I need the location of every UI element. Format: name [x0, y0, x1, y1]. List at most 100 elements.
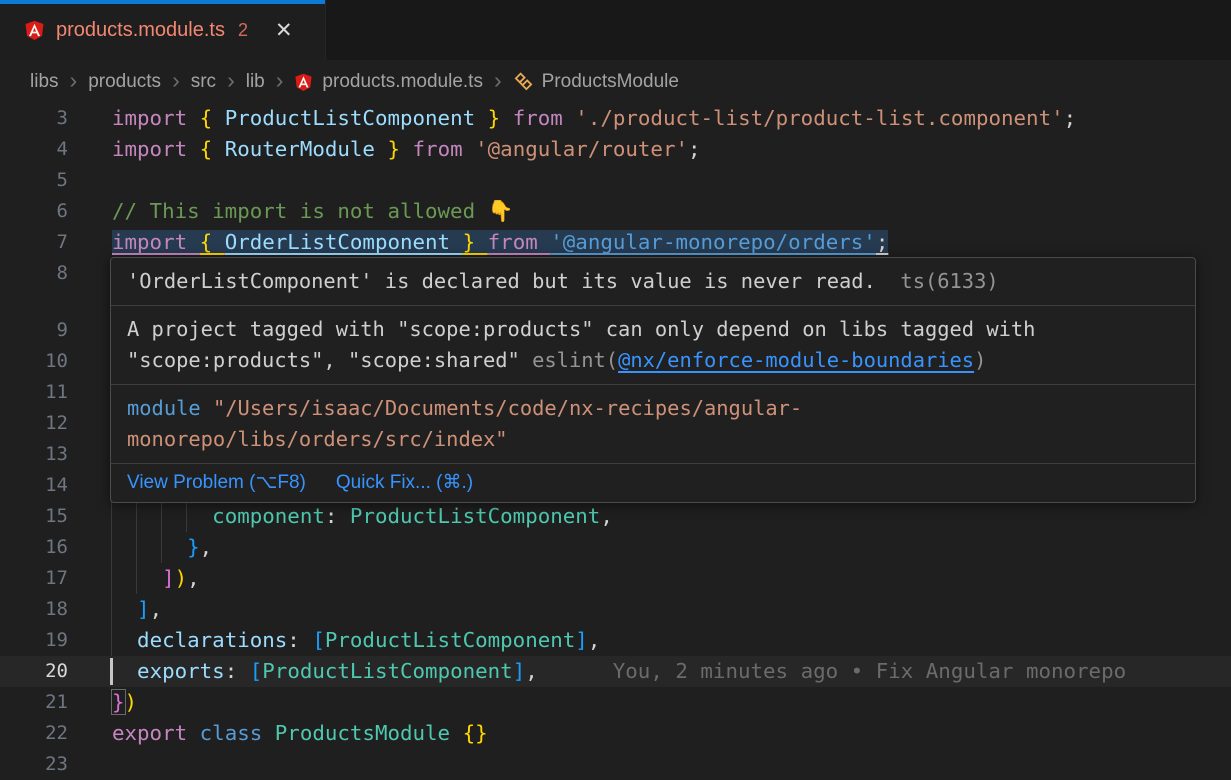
token: class: [200, 721, 275, 745]
line-number-3[interactable]: 3: [0, 103, 68, 134]
token: import: [112, 137, 200, 161]
line-number-12[interactable]: 12: [0, 408, 68, 439]
line-number-22[interactable]: 22: [0, 718, 68, 749]
line-number-11[interactable]: 11: [0, 377, 68, 408]
line-number-17[interactable]: 17: [0, 563, 68, 594]
token: component: [212, 504, 325, 528]
line-number-9[interactable]: 9: [0, 315, 68, 346]
token: ProductListComponent: [350, 504, 600, 528]
token: '@angular/router': [475, 137, 688, 161]
token: {: [200, 137, 225, 161]
token: [112, 535, 187, 559]
token: declarations: [137, 628, 287, 652]
eslint-message-line2: "scope:products", "scope:shared" eslint(…: [127, 345, 1179, 376]
hover-module-info: module "/Users/isaac/Documents/code/nx-r…: [111, 385, 1195, 464]
breadcrumb-item-libs[interactable]: libs: [30, 71, 59, 93]
breadcrumb-item-file[interactable]: products.module.ts: [294, 71, 483, 93]
indent-guide: [136, 563, 137, 594]
token: {: [200, 230, 225, 254]
code-line-5[interactable]: 5: [0, 165, 1231, 196]
code-line-17[interactable]: 17 ]),: [0, 563, 1231, 594]
quick-fix-button[interactable]: Quick Fix... (⌘.): [336, 470, 473, 496]
breadcrumb-item-lib[interactable]: lib: [246, 71, 265, 93]
line-content-22: export class ProductsModule {}: [112, 718, 1231, 749]
indent-guide: [136, 501, 137, 532]
code-line-18[interactable]: 18 ],: [0, 594, 1231, 625]
indent-guide: [111, 625, 112, 656]
chevron-right-icon: ›: [227, 69, 235, 95]
error-squiggle-range: import { OrderListComponent } from '@ang…: [112, 230, 888, 254]
line-number-8[interactable]: 8: [0, 258, 68, 289]
token: [112, 566, 162, 590]
line-content-23: [112, 749, 1231, 780]
token: :: [225, 659, 250, 683]
indent-guide: [161, 532, 162, 563]
token: ,: [150, 597, 163, 621]
code-line-7[interactable]: 7 import { OrderListComponent } from '@an…: [0, 227, 1231, 258]
hover-ts-diagnostic: 'OrderListComponent' is declared but its…: [111, 258, 1195, 306]
token: ProductListComponent: [225, 106, 488, 130]
token: ProductsModule: [275, 721, 463, 745]
token: ProductListComponent: [262, 659, 512, 683]
line-number-14[interactable]: 14: [0, 470, 68, 501]
breadcrumb-file-label: products.module.ts: [322, 71, 483, 93]
token: [: [250, 659, 263, 683]
token: [112, 628, 137, 652]
token: ;: [688, 137, 701, 161]
token: RouterModule: [225, 137, 388, 161]
ts-error-message: 'OrderListComponent' is declared but its…: [127, 269, 876, 293]
breadcrumb-item-symbol[interactable]: ProductsModule: [513, 71, 679, 93]
breadcrumb-item-src[interactable]: src: [191, 71, 216, 93]
token: [112, 597, 137, 621]
tab-title: products.module.ts: [56, 19, 225, 42]
code-line-6[interactable]: 6// This import is not allowed 👇: [0, 196, 1231, 227]
token: from: [488, 230, 551, 254]
indent-guide: [111, 563, 112, 594]
chevron-right-icon: ›: [172, 69, 180, 95]
code-line-21[interactable]: 21}): [0, 687, 1231, 718]
code-line-4[interactable]: 4import { RouterModule } from '@angular/…: [0, 134, 1231, 165]
code-line-23[interactable]: 23: [0, 749, 1231, 780]
view-problem-button[interactable]: View Problem (⌥F8): [127, 470, 306, 496]
token: ]: [575, 628, 588, 652]
close-icon[interactable]: ✕: [275, 20, 293, 41]
line-number-21[interactable]: 21: [0, 687, 68, 718]
code-line-22[interactable]: 22 export class ProductsModule {}: [0, 718, 1231, 749]
line-number-6[interactable]: 6: [0, 196, 68, 227]
token: import: [112, 230, 200, 254]
token: ,: [600, 504, 613, 528]
line-number-10[interactable]: 10: [0, 346, 68, 377]
line-number-4[interactable]: 4: [0, 134, 68, 165]
eslint-rule-link[interactable]: @nx/enforce-module-boundaries: [618, 348, 974, 372]
token: ;: [1064, 106, 1077, 130]
code-line-3[interactable]: 3import { ProductListComponent } from '.…: [0, 103, 1231, 134]
code-editor[interactable]: 3import { ProductListComponent } from '.…: [0, 103, 1231, 780]
token: :: [287, 628, 312, 652]
code-line-15[interactable]: 15 component: ProductListComponent,: [0, 501, 1231, 532]
line-content-18: ],: [112, 594, 1231, 625]
tab-products-module[interactable]: products.module.ts 2 ✕: [0, 0, 326, 60]
line-number-23[interactable]: 23: [0, 749, 68, 780]
code-line-20[interactable]: 20 exports: [ProductListComponent],You, …: [0, 656, 1231, 687]
line-number-18[interactable]: 18: [0, 594, 68, 625]
code-line-16[interactable]: 16 },: [0, 532, 1231, 563]
line-number-19[interactable]: 19: [0, 625, 68, 656]
token: [112, 659, 137, 683]
line-number-7[interactable]: 7: [0, 227, 68, 258]
indent-guide: [161, 501, 162, 532]
line-number-20[interactable]: 20: [0, 656, 68, 687]
line-content-20: exports: [ProductListComponent],You, 2 m…: [112, 656, 1231, 687]
breadcrumb-item-products[interactable]: products: [88, 71, 161, 93]
indent-guide: [136, 532, 137, 563]
token: // This import is not allowed: [112, 199, 488, 223]
line-content-21: }): [112, 687, 1231, 718]
token: '@angular-monorepo/orders': [550, 230, 876, 254]
line-number-15[interactable]: 15: [0, 501, 68, 532]
chevron-right-icon: ›: [70, 69, 78, 95]
module-keyword: module: [127, 396, 201, 420]
code-line-19[interactable]: 19 declarations: [ProductListComponent],: [0, 625, 1231, 656]
line-number-13[interactable]: 13: [0, 439, 68, 470]
line-number-16[interactable]: 16: [0, 532, 68, 563]
token: from: [513, 106, 576, 130]
line-number-5[interactable]: 5: [0, 165, 68, 196]
